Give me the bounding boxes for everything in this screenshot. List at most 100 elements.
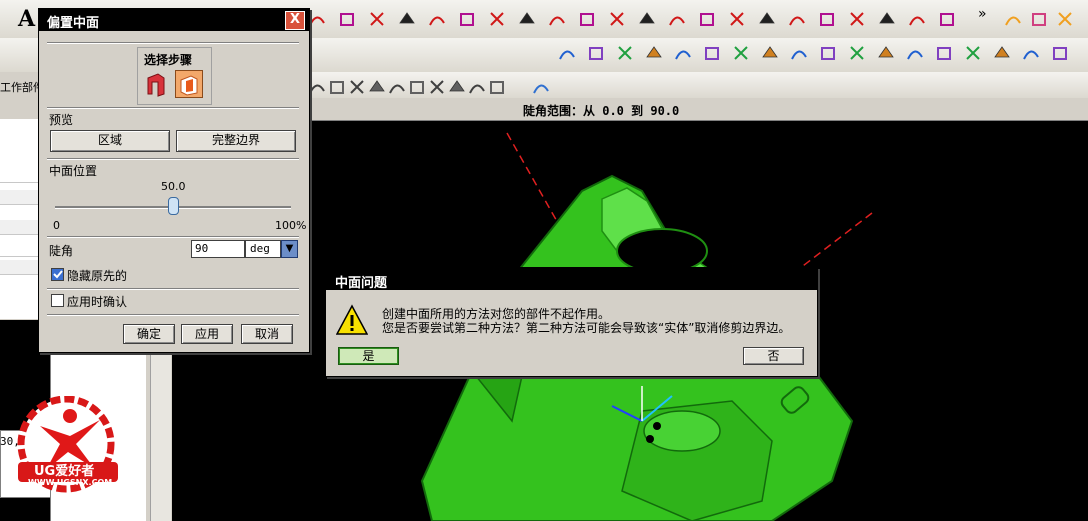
dialog-title: 中面问题	[335, 276, 388, 291]
region-button[interactable]: 区域	[50, 130, 170, 152]
surface-tool-icon[interactable]	[556, 42, 578, 64]
step-body-icon[interactable]	[175, 70, 203, 98]
status-bar: 陡角范围：从 0.0 到 90.0	[310, 98, 1088, 121]
hide-original-label: 隐藏原先的	[67, 269, 128, 283]
surface-tool-icon[interactable]	[962, 42, 984, 64]
steep-angle-input[interactable]: 90	[191, 240, 245, 258]
steep-angle-unit-field[interactable]: deg	[245, 240, 281, 258]
slider-value: 50.0	[161, 180, 186, 193]
curve-tool-icon[interactable]	[936, 8, 958, 30]
snap-icon[interactable]	[426, 76, 448, 98]
mid-position-slider[interactable]	[168, 197, 179, 215]
curve-tool-icon[interactable]	[576, 8, 598, 30]
curve-tool-icon[interactable]	[906, 8, 928, 30]
snap-icon[interactable]	[386, 76, 408, 98]
surface-tool-icon[interactable]	[846, 42, 868, 64]
hide-original-checkbox[interactable]	[51, 268, 64, 281]
snap-icon[interactable]	[366, 76, 388, 98]
ugsnx-logo: UG爱好者 WWW.UGSNX.COM	[10, 395, 130, 494]
curve-tool-icon[interactable]	[546, 8, 568, 30]
dialog-titlebar[interactable]: 中面问题	[326, 268, 817, 291]
curve-tool-icon[interactable]	[846, 8, 868, 30]
step-face-icon[interactable]	[142, 70, 170, 98]
preview-label: 预览	[49, 113, 74, 127]
snap-icon[interactable]	[446, 76, 468, 98]
surface-tool-icon[interactable]	[933, 42, 955, 64]
no-button[interactable]: 否	[743, 347, 804, 365]
curve-tool-icon[interactable]	[666, 8, 688, 30]
ok-button[interactable]: 确定	[123, 324, 175, 344]
curve-tool-icon[interactable]	[426, 8, 448, 30]
confirm-on-apply-checkbox[interactable]	[51, 294, 64, 307]
curve-tool-icon[interactable]	[456, 8, 478, 30]
dialog-title: 偏置中面	[47, 16, 100, 31]
more-tools-icon[interactable]: »	[978, 6, 987, 22]
view-tool-icon[interactable]	[1028, 8, 1050, 30]
curve-tool-icon[interactable]	[786, 8, 808, 30]
surface-tool-icon[interactable]	[730, 42, 752, 64]
divider	[47, 107, 299, 109]
steps-label: 选择步骤	[144, 53, 193, 67]
yes-button[interactable]: 是	[338, 347, 399, 365]
surface-tool-icon[interactable]	[788, 42, 810, 64]
cancel-button[interactable]: 取消	[241, 324, 293, 344]
snap-icon[interactable]	[406, 76, 428, 98]
curve-tool-icon[interactable]	[606, 8, 628, 30]
curve-tool-icon[interactable]	[816, 8, 838, 30]
logo-url: WWW.UGSNX.COM	[28, 478, 113, 487]
snap-icon[interactable]	[466, 76, 488, 98]
snap-icon[interactable]	[486, 76, 508, 98]
curve-tool-icon[interactable]	[756, 8, 778, 30]
surface-tool-icon[interactable]	[585, 42, 607, 64]
surface-tool-icon[interactable]	[643, 42, 665, 64]
curve-tool-icon[interactable]	[726, 8, 748, 30]
close-button[interactable]: X	[285, 11, 305, 30]
steep-angle-unit: deg	[250, 242, 270, 255]
divider	[47, 158, 299, 160]
divider	[47, 236, 299, 238]
view-tool-icon[interactable]	[1054, 8, 1076, 30]
divider	[47, 314, 299, 316]
confirm-on-apply-label: 应用时确认	[67, 295, 128, 309]
status-text: 陡角范围：从 0.0 到 90.0	[523, 104, 680, 118]
apply-button[interactable]: 应用	[181, 324, 233, 344]
cube-icon[interactable]	[530, 76, 552, 98]
message-line-2: 您是否要尝试第二种方法？第二种方法可能会导致该“实体”取消修剪边界边。	[382, 321, 791, 335]
curve-tool-icon[interactable]	[696, 8, 718, 30]
surface-tool-icon[interactable]	[817, 42, 839, 64]
app-letter-icon[interactable]: A	[18, 6, 35, 32]
surface-tool-icon[interactable]	[904, 42, 926, 64]
surface-tool-icon[interactable]	[759, 42, 781, 64]
snap-icon[interactable]	[346, 76, 368, 98]
curve-tool-icon[interactable]	[516, 8, 538, 30]
steep-angle-label: 陡角	[49, 244, 74, 258]
divider	[47, 42, 299, 44]
curve-tool-icon[interactable]	[366, 8, 388, 30]
surface-tool-icon[interactable]	[614, 42, 636, 64]
surface-tool-icon[interactable]	[701, 42, 723, 64]
surface-tool-icon[interactable]	[991, 42, 1013, 64]
slider-min-label: 0	[53, 219, 60, 232]
warning-icon	[335, 304, 369, 336]
view-tool-icon[interactable]	[1002, 8, 1024, 30]
mid-position-label: 中面位置	[49, 164, 98, 178]
snap-icon[interactable]	[326, 76, 348, 98]
surface-tool-icon[interactable]	[672, 42, 694, 64]
curve-tool-icon[interactable]	[396, 8, 418, 30]
full-boundary-button[interactable]: 完整边界	[176, 130, 296, 152]
surface-tool-icon[interactable]	[1020, 42, 1042, 64]
steps-group: 选择步骤	[137, 47, 212, 105]
steep-angle-value: 90	[195, 242, 209, 255]
midsurface-problem-dialog: 中面问题 创建中面所用的方法对您的部件不起作用。 您是否要尝试第二种方法？第二种…	[325, 267, 818, 377]
curve-tool-icon[interactable]	[636, 8, 658, 30]
logo-brand: UG爱好者	[34, 464, 95, 479]
slider-max-label: 100%	[275, 219, 307, 232]
offset-midsurface-dialog: 偏置中面 X 选择步骤 预览 区域 完整边界 中面位置 50.0 0 100% …	[38, 8, 310, 353]
curve-tool-icon[interactable]	[876, 8, 898, 30]
curve-tool-icon[interactable]	[486, 8, 508, 30]
curve-tool-icon[interactable]	[336, 8, 358, 30]
unit-dropdown-icon[interactable]: ▼	[281, 240, 298, 258]
dialog-titlebar[interactable]: 偏置中面 X	[39, 9, 309, 31]
surface-tool-icon[interactable]	[1049, 42, 1071, 64]
surface-tool-icon[interactable]	[875, 42, 897, 64]
